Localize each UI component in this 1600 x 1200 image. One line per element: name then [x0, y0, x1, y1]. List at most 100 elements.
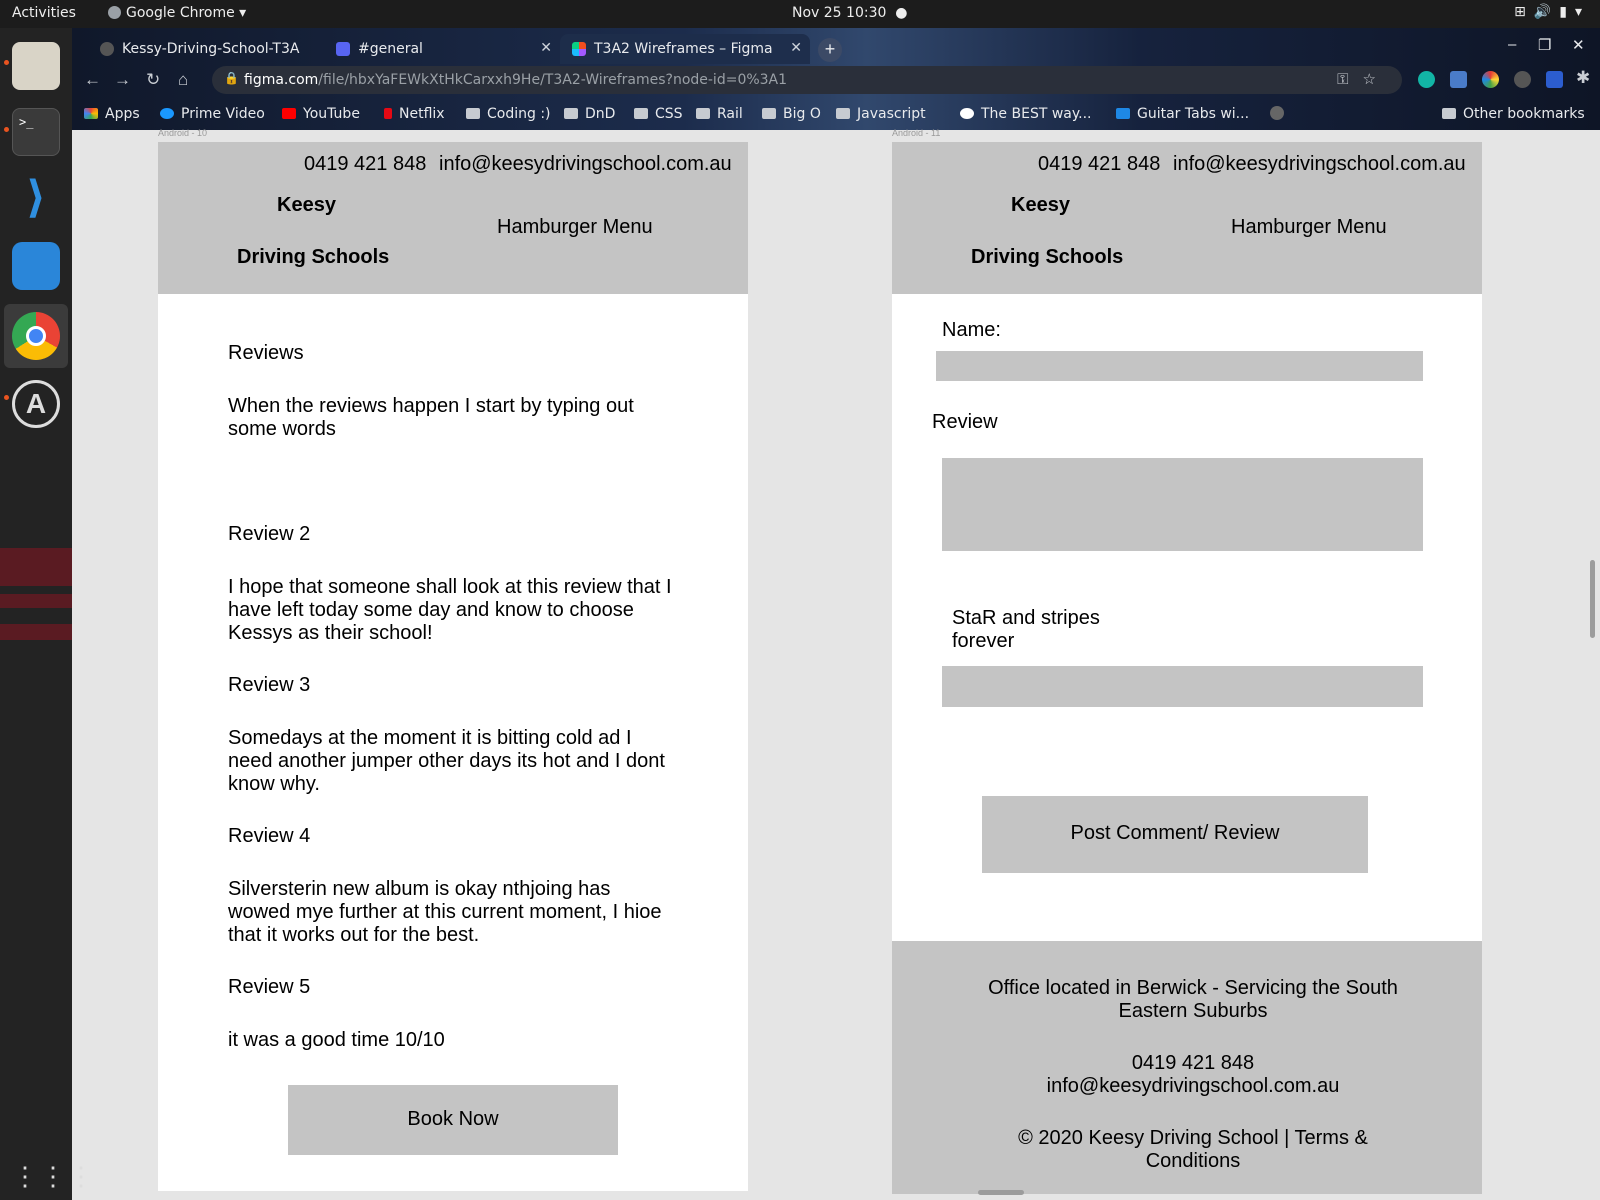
- discord-icon: [336, 42, 350, 56]
- review-body: it was a good time 10/10: [228, 1029, 445, 1051]
- bookmark-folder[interactable]: DnD: [564, 106, 615, 122]
- frame-label[interactable]: Android - 10: [158, 128, 207, 138]
- lock-icon: 🔒: [224, 71, 239, 85]
- folder-icon: [634, 108, 648, 119]
- reload-icon[interactable]: ↻: [146, 70, 160, 90]
- minimize-icon[interactable]: –: [1508, 36, 1516, 53]
- tab-github[interactable]: Kessy-Driving-School-T3A: [88, 34, 320, 64]
- bookmark-folder[interactable]: Javascript: [836, 106, 926, 122]
- battery-icon: ▮: [1559, 4, 1575, 20]
- post-review-button[interactable]: Post Comment/ Review: [982, 796, 1368, 873]
- files-icon[interactable]: [12, 42, 60, 90]
- header-phone: 0419 421 848: [304, 153, 427, 175]
- reviews-frame[interactable]: 0419 421 848 info@keesydrivingschool.com…: [158, 142, 748, 1191]
- review-form-frame[interactable]: 0419 421 848 info@keesydrivingschool.com…: [892, 142, 1482, 1194]
- footer-email: info@keesydrivingschool.com.au: [1046, 1075, 1340, 1097]
- review-body: When the reviews happen I start by typin…: [228, 395, 634, 440]
- footer-location: Office located in Berwick - Servicing th…: [988, 977, 1398, 1022]
- extension-icon[interactable]: [1546, 71, 1563, 88]
- extension-icon[interactable]: [1418, 71, 1435, 88]
- back-icon[interactable]: ←: [84, 70, 101, 90]
- activities-button[interactable]: Activities: [12, 5, 76, 21]
- extension-icon[interactable]: [1514, 71, 1531, 88]
- guitar-tabs-icon: [1116, 108, 1130, 119]
- bookmark-folder[interactable]: Big O: [762, 106, 821, 122]
- name-input[interactable]: [936, 351, 1423, 381]
- tab-discord[interactable]: #general ✕: [324, 34, 560, 64]
- software-store-icon[interactable]: [12, 242, 60, 290]
- name-label: Name:: [942, 319, 1001, 341]
- home-icon[interactable]: ⌂: [178, 70, 188, 90]
- running-indicator: [4, 395, 9, 400]
- review-heading: Review 5: [228, 976, 311, 998]
- star-rating-input[interactable]: [942, 666, 1423, 707]
- bookmark-label: The BEST way...: [981, 106, 1092, 122]
- extension-icon[interactable]: [1450, 71, 1467, 88]
- address-bar[interactable]: 🔒 figma.com/file/hbxYaFEWkXtHkCarxxh9He/…: [212, 66, 1402, 94]
- bookmark-apps[interactable]: Apps: [84, 106, 140, 122]
- close-tab-icon[interactable]: ✕: [540, 40, 552, 56]
- close-window-icon[interactable]: ✕: [1572, 36, 1585, 54]
- review-heading: Reviews: [228, 342, 304, 364]
- system-tray[interactable]: ⊞🔊▮▾: [1514, 4, 1590, 20]
- site-header: 0419 421 848 info@keesydrivingschool.com…: [158, 142, 748, 294]
- review-body: Silversterin new album is okay nthjoing …: [228, 878, 662, 946]
- password-key-icon[interactable]: ⚿: [1337, 70, 1362, 88]
- prime-video-icon: [160, 108, 174, 119]
- vertical-scrollbar[interactable]: [1590, 560, 1595, 638]
- show-applications-icon[interactable]: ⋮⋮⋮: [12, 1152, 94, 1200]
- bookmark-youtube[interactable]: YouTube: [282, 106, 360, 122]
- bookmark-label: Coding :): [487, 106, 551, 122]
- chrome-small-icon: [108, 6, 121, 19]
- review-body: I hope that someone shall look at this r…: [228, 576, 672, 644]
- forward-icon[interactable]: →: [114, 70, 131, 90]
- review-heading: Review 3: [228, 674, 311, 696]
- review-textarea[interactable]: [942, 458, 1423, 551]
- figma-icon: [572, 42, 586, 56]
- youtube-icon: [282, 108, 296, 119]
- bookmark-guitar-tabs[interactable]: Guitar Tabs wi...: [1116, 106, 1249, 122]
- bookmark-label: DnD: [585, 106, 616, 122]
- bookmark-label: Prime Video: [181, 106, 265, 122]
- tab-figma[interactable]: T3A2 Wireframes – Figma ✕: [560, 34, 810, 64]
- bookmark-label: Netflix: [399, 106, 445, 122]
- horizontal-scrollbar[interactable]: [978, 1190, 1024, 1195]
- bookmark-extra[interactable]: [1270, 106, 1291, 123]
- software-updater-icon[interactable]: A: [12, 380, 60, 428]
- bookmark-label: Guitar Tabs wi...: [1137, 106, 1250, 122]
- app-menu[interactable]: Google Chrome ▾: [108, 5, 246, 21]
- header-phone: 0419 421 848: [1038, 153, 1161, 175]
- review-heading: Review 2: [228, 523, 311, 545]
- site-header: 0419 421 848 info@keesydrivingschool.com…: [892, 142, 1482, 294]
- running-indicator: [4, 127, 9, 132]
- vscode-icon[interactable]: ⟩: [12, 174, 60, 222]
- close-tab-icon[interactable]: ✕: [790, 40, 802, 56]
- bookmark-folder[interactable]: Rail: [696, 106, 743, 122]
- restore-icon[interactable]: ❐: [1538, 36, 1551, 54]
- notification-dot-icon: ●: [886, 5, 908, 21]
- dock-artifact: [0, 624, 72, 640]
- bookmark-folder[interactable]: Coding :): [466, 106, 551, 122]
- clock-text: Nov 25 10:30: [792, 5, 887, 21]
- bookmark-video-site[interactable]: The BEST way...: [960, 106, 1092, 122]
- bookmark-prime-video[interactable]: Prime Video: [160, 106, 265, 122]
- frame-label[interactable]: Android - 11: [892, 128, 940, 138]
- clock[interactable]: Nov 25 10:30 ●: [792, 5, 908, 21]
- tab-title: #general: [358, 41, 423, 57]
- footer-copyright: © 2020 Keesy Driving School | Terms & Co…: [1018, 1127, 1368, 1172]
- review-heading: Review 4: [228, 825, 311, 847]
- bookmark-star-icon[interactable]: ☆: [1363, 70, 1390, 88]
- color-extension-icon[interactable]: [1482, 71, 1499, 88]
- globe-icon: [1270, 106, 1284, 120]
- extensions-puzzle-icon[interactable]: ✱: [1576, 68, 1590, 88]
- stars-label: StaR and stripes forever: [952, 607, 1100, 652]
- new-tab-button[interactable]: +: [818, 38, 842, 62]
- book-now-button[interactable]: Book Now: [288, 1085, 618, 1155]
- bookmark-folder[interactable]: CSS: [634, 106, 683, 122]
- terminal-icon[interactable]: >_: [12, 108, 60, 156]
- system-top-bar: Activities Google Chrome ▾ Nov 25 10:30 …: [0, 0, 1600, 28]
- brand-line-1: Keesy: [277, 194, 336, 216]
- other-bookmarks[interactable]: Other bookmarks: [1442, 106, 1585, 122]
- bookmark-label: CSS: [655, 106, 683, 122]
- bookmark-netflix[interactable]: Netflix: [384, 106, 445, 122]
